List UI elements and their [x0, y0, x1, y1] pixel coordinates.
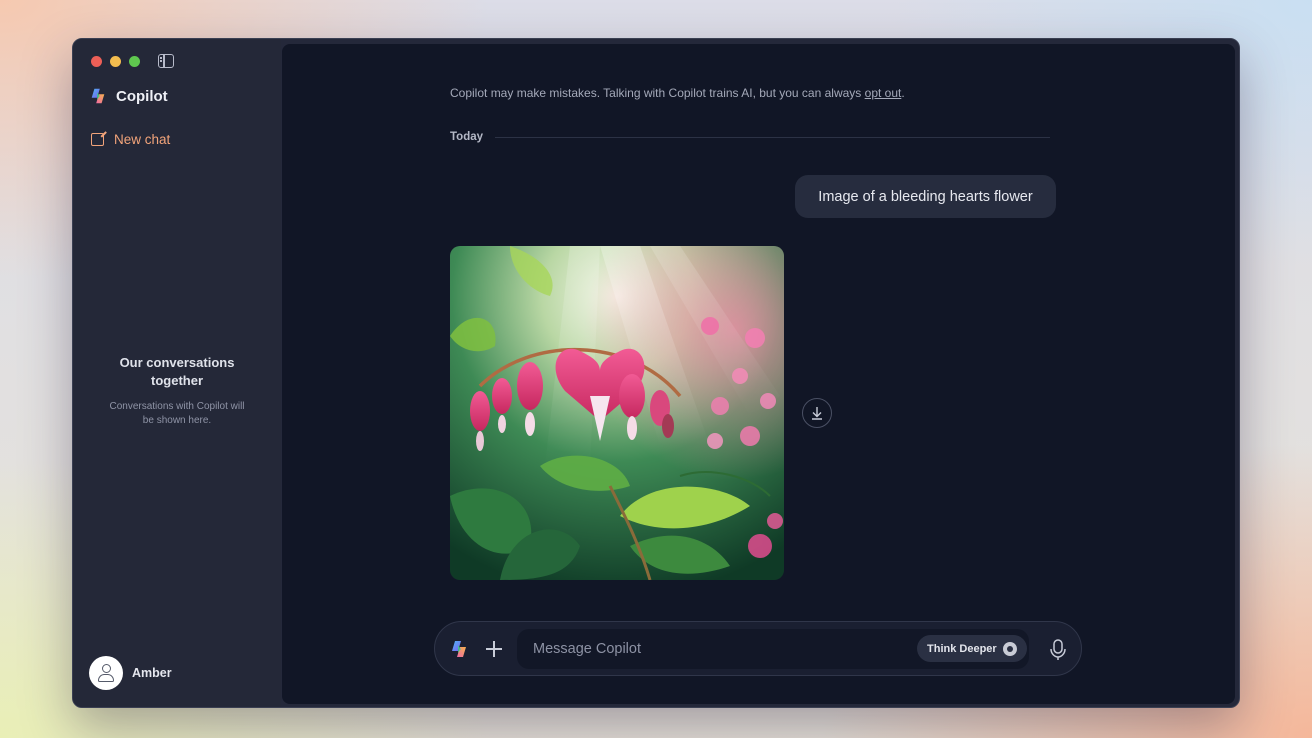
- download-button[interactable]: [802, 398, 832, 428]
- brand-name: Copilot: [116, 88, 168, 105]
- opt-out-link[interactable]: opt out: [865, 86, 902, 100]
- window-controls: [91, 56, 140, 67]
- brand: Copilot: [89, 87, 168, 105]
- microphone-icon[interactable]: [1049, 639, 1067, 661]
- app-window: Copilot New chat Our conversations toget…: [72, 38, 1240, 708]
- user-name: Amber: [132, 666, 172, 680]
- user-message-bubble: Image of a bleeding hearts flower: [795, 175, 1056, 218]
- disclaimer: Copilot may make mistakes. Talking with …: [450, 86, 905, 100]
- new-chat-label: New chat: [114, 132, 170, 147]
- date-label: Today: [450, 131, 483, 143]
- download-icon: [810, 406, 824, 420]
- sidebar: Copilot New chat Our conversations toget…: [73, 39, 281, 707]
- copilot-logo-icon: [89, 87, 107, 105]
- user-profile-button[interactable]: Amber: [89, 656, 172, 690]
- sidebar-toggle-icon[interactable]: [158, 54, 174, 68]
- generated-flower-image[interactable]: [450, 246, 784, 580]
- new-chat-button[interactable]: New chat: [91, 132, 170, 147]
- date-divider: Today: [450, 131, 1050, 143]
- think-deeper-icon: [1003, 642, 1017, 656]
- think-deeper-button[interactable]: Think Deeper: [917, 635, 1027, 662]
- plus-icon[interactable]: [485, 640, 503, 658]
- close-window-button[interactable]: [91, 56, 102, 67]
- chat-area: Copilot may make mistakes. Talking with …: [282, 44, 1235, 704]
- user-message-text: Image of a bleeding hearts flower: [818, 189, 1032, 205]
- avatar-icon: [89, 656, 123, 690]
- empty-subtitle: Conversations with Copilot will be shown…: [107, 400, 247, 428]
- divider-line: [495, 137, 1050, 138]
- composer: Think Deeper: [434, 621, 1082, 676]
- copilot-logo-icon[interactable]: [449, 639, 469, 659]
- disclaimer-end: .: [901, 86, 904, 100]
- new-chat-icon: [91, 133, 104, 146]
- zoom-window-button[interactable]: [129, 56, 140, 67]
- disclaimer-text: Copilot may make mistakes. Talking with …: [450, 86, 865, 100]
- empty-title: Our conversations together: [112, 354, 242, 390]
- minimize-window-button[interactable]: [110, 56, 121, 67]
- empty-conversations: Our conversations together Conversations…: [73, 354, 281, 428]
- think-deeper-label: Think Deeper: [927, 643, 997, 655]
